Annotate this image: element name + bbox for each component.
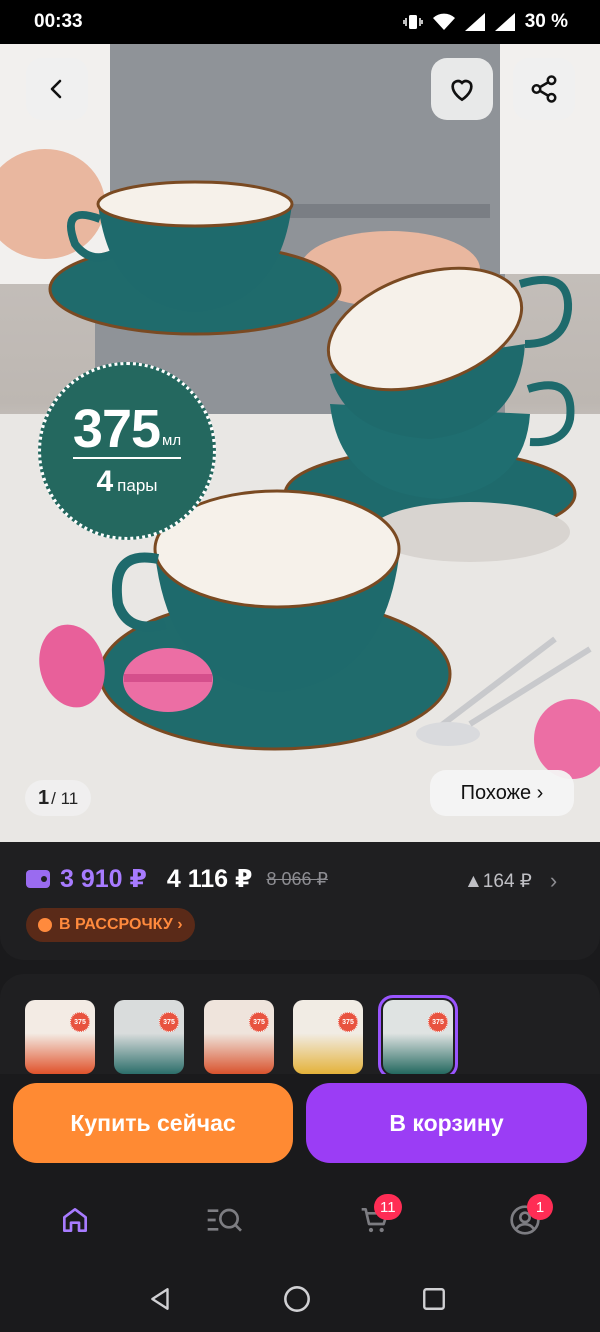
system-home-button[interactable]	[282, 1284, 312, 1314]
volume-badge: 375 мл 4 пары	[38, 362, 216, 540]
thumbnail-tag: 375	[70, 1012, 90, 1032]
badge-pairs-count: 4	[96, 465, 114, 498]
share-button[interactable]	[513, 58, 575, 120]
home-icon	[62, 1208, 87, 1232]
signal-icon-2	[494, 13, 515, 31]
heart-icon	[451, 79, 473, 102]
status-time: 00:33	[34, 11, 83, 32]
add-to-cart-button[interactable]: В корзину	[306, 1083, 587, 1163]
share-icon	[531, 75, 557, 103]
action-bar: Купить сейчас В корзину	[0, 1074, 600, 1178]
thumbnail-tag: 375	[249, 1012, 269, 1032]
favorite-button[interactable]	[431, 58, 493, 120]
price-card: 3 910 ₽ 4 116 ₽ 8 066 ₽ ▲164 ₽ › В РАССР…	[0, 842, 600, 960]
nav-catalog[interactable]	[203, 1198, 247, 1242]
installment-icon	[38, 918, 52, 932]
variant-thumbnail[interactable]: 375	[204, 1000, 274, 1074]
signal-icon	[464, 13, 485, 31]
profile-count-badge: 1	[527, 1194, 553, 1220]
wifi-icon	[432, 13, 455, 30]
image-counter-current: 1	[38, 787, 50, 809]
old-price: 8 066 ₽	[266, 868, 328, 889]
system-back-button[interactable]	[146, 1284, 176, 1314]
similar-button[interactable]: Похоже ›	[430, 770, 574, 816]
price-difference: ▲164 ₽	[464, 870, 532, 892]
battery-level: 30 %	[524, 11, 568, 32]
back-button[interactable]	[26, 58, 88, 120]
wallet-icon	[26, 870, 50, 888]
chevron-left-icon	[50, 79, 62, 99]
product-image-gallery[interactable]: 375 мл 4 пары 1 / 11 Похоже ›	[0, 44, 600, 842]
thumbnail-tag: 375	[159, 1012, 179, 1032]
regular-price: 4 116 ₽	[166, 865, 253, 893]
circle-home-icon	[284, 1286, 310, 1312]
system-nav-bar	[0, 1264, 600, 1332]
thumbnail-tag: 375	[338, 1012, 358, 1032]
bottom-nav: 11 1	[0, 1178, 600, 1264]
installment-label: В РАССРОЧКУ ›	[59, 916, 183, 933]
square-recents-icon	[423, 1288, 445, 1310]
image-counter-total: / 11	[51, 789, 79, 808]
variant-thumbnail-selected[interactable]: 375	[378, 995, 458, 1074]
buy-now-button[interactable]: Купить сейчас	[13, 1083, 293, 1163]
installment-button[interactable]: В РАССРОЧКУ ›	[26, 908, 195, 942]
catalog-search-icon	[207, 1208, 242, 1232]
wallet-price: 3 910 ₽	[60, 865, 147, 893]
thumbnail-tag: 375	[428, 1012, 448, 1032]
variant-thumbnails: 375 375 375 375 375	[0, 974, 600, 1074]
badge-volume: 375	[72, 399, 161, 459]
system-recents-button[interactable]	[419, 1284, 449, 1314]
variant-thumbnail[interactable]: 375	[114, 1000, 184, 1074]
badge-unit: мл	[162, 432, 182, 449]
price-difference-link[interactable]: ▲164 ₽ ›	[464, 868, 557, 894]
image-counter: 1 / 11	[25, 780, 92, 816]
variant-thumbnail[interactable]: 375	[293, 1000, 363, 1074]
cart-count-badge: 11	[374, 1194, 402, 1220]
chevron-right-icon: ›	[549, 868, 558, 893]
variant-thumbnail[interactable]: 375	[25, 1000, 95, 1074]
triangle-back-icon	[151, 1288, 169, 1310]
vibrate-icon	[402, 15, 423, 29]
badge-pairs-label: пары	[117, 476, 158, 495]
nav-home[interactable]	[53, 1198, 97, 1242]
status-bar: 00:33 30 %	[0, 0, 600, 44]
